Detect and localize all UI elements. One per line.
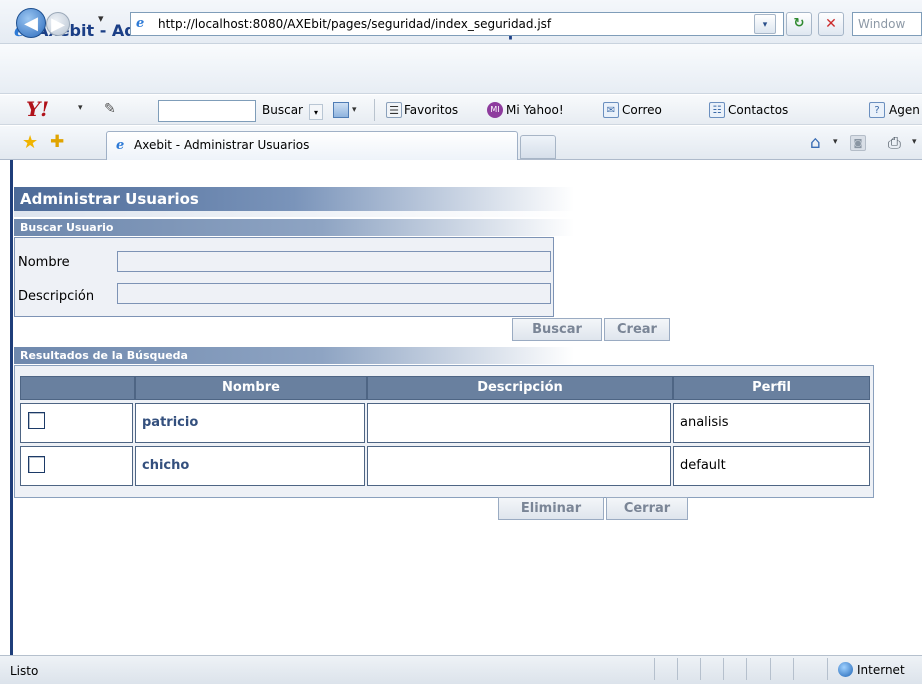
history-dropdown-icon[interactable]: ▾ bbox=[98, 12, 104, 25]
status-separator bbox=[700, 658, 701, 680]
favorites-button[interactable]: Favoritos bbox=[404, 103, 458, 117]
status-separator bbox=[723, 658, 724, 680]
favorites-icon[interactable]: ☰ bbox=[386, 102, 402, 118]
search-section-title: Buscar Usuario bbox=[20, 221, 114, 234]
browser-search-placeholder: Window bbox=[858, 17, 906, 31]
status-separator bbox=[770, 658, 771, 680]
page-icon: e bbox=[136, 16, 145, 31]
nombre-field[interactable] bbox=[117, 251, 551, 272]
contacts-icon[interactable]: ☷ bbox=[709, 102, 725, 118]
status-separator bbox=[793, 658, 794, 680]
print-icon[interactable]: ⎙ bbox=[888, 133, 901, 153]
toolbar-separator bbox=[374, 99, 375, 121]
page-title: Administrar Usuarios bbox=[20, 190, 199, 208]
eliminar-button[interactable]: Eliminar bbox=[498, 497, 604, 520]
stop-icon[interactable]: ✕ bbox=[818, 12, 844, 36]
yahoo-search-dropdown-icon[interactable]: ▾ bbox=[309, 104, 323, 120]
my-yahoo-icon[interactable]: MI bbox=[487, 102, 503, 118]
nombre-label: Nombre bbox=[18, 255, 70, 270]
layout-icon[interactable] bbox=[333, 102, 349, 118]
feeds-icon[interactable]: ◙ bbox=[850, 135, 866, 151]
title-underline bbox=[14, 211, 574, 217]
address-toolbar bbox=[0, 44, 922, 94]
row-checkbox[interactable] bbox=[28, 412, 45, 429]
tab-page-icon: e bbox=[116, 138, 125, 153]
status-bar bbox=[0, 655, 922, 684]
my-yahoo-button[interactable]: Mi Yahoo! bbox=[506, 103, 564, 117]
contacts-button[interactable]: Contactos bbox=[728, 103, 788, 117]
layout-dropdown-icon[interactable]: ▾ bbox=[352, 105, 357, 115]
table-row-descripcion bbox=[367, 403, 671, 443]
favorites-center-star-icon[interactable]: ★ bbox=[22, 132, 38, 153]
agenda-button[interactable]: Agen bbox=[889, 103, 920, 117]
buscar-button[interactable]: Buscar bbox=[512, 318, 602, 341]
search-panel bbox=[14, 237, 554, 317]
tab-label[interactable]: Axebit - Administrar Usuarios bbox=[134, 138, 309, 152]
table-row-perfil: default bbox=[673, 446, 870, 486]
crear-button[interactable]: Crear bbox=[604, 318, 670, 341]
pencil-icon[interactable]: ✎ bbox=[104, 101, 116, 117]
yahoo-search-button[interactable]: Buscar bbox=[262, 103, 303, 117]
yahoo-logo-icon[interactable]: Y! bbox=[26, 97, 49, 121]
column-header-nombre[interactable]: Nombre bbox=[135, 376, 367, 400]
status-text: Listo bbox=[10, 664, 39, 678]
status-separator bbox=[746, 658, 747, 680]
address-dropdown-icon[interactable]: ▾ bbox=[754, 14, 776, 34]
table-row-nombre[interactable]: patricio bbox=[135, 403, 365, 443]
status-separator bbox=[827, 658, 828, 680]
status-separator bbox=[654, 658, 655, 680]
forward-arrow-icon[interactable]: ▶ bbox=[46, 12, 70, 36]
mail-button[interactable]: Correo bbox=[622, 103, 662, 117]
home-icon[interactable]: ⌂ bbox=[810, 133, 821, 153]
descripcion-field[interactable] bbox=[117, 283, 551, 304]
table-row-perfil: analisis bbox=[673, 403, 870, 443]
descripcion-label: Descripción bbox=[18, 289, 95, 304]
table-row-descripcion bbox=[367, 446, 671, 486]
mail-icon[interactable]: ✉ bbox=[603, 102, 619, 118]
refresh-icon[interactable]: ↻ bbox=[786, 12, 812, 36]
row-checkbox[interactable] bbox=[28, 456, 45, 473]
column-header-select bbox=[20, 376, 135, 400]
print-dropdown-icon[interactable]: ▾ bbox=[912, 137, 917, 147]
column-header-descripcion[interactable]: Descripción bbox=[367, 376, 673, 400]
table-row-nombre[interactable]: chicho bbox=[135, 446, 365, 486]
new-tab-button[interactable] bbox=[520, 135, 556, 159]
yahoo-search-input[interactable] bbox=[158, 100, 256, 122]
yahoo-menu-dropdown-icon[interactable]: ▾ bbox=[78, 103, 83, 113]
back-arrow-icon[interactable]: ◀ bbox=[16, 8, 46, 38]
home-dropdown-icon[interactable]: ▾ bbox=[833, 137, 838, 147]
internet-zone-globe-icon bbox=[838, 662, 853, 677]
add-favorite-icon[interactable]: ✚ bbox=[50, 132, 64, 152]
status-separator bbox=[677, 658, 678, 680]
address-url[interactable]: http://localhost:8080/AXEbit/pages/segur… bbox=[158, 17, 551, 31]
cerrar-button[interactable]: Cerrar bbox=[606, 497, 688, 520]
results-section-title: Resultados de la Búsqueda bbox=[20, 349, 188, 362]
column-header-perfil[interactable]: Perfil bbox=[673, 376, 870, 400]
security-zone-text[interactable]: Internet bbox=[857, 663, 905, 677]
agenda-icon[interactable]: ? bbox=[869, 102, 885, 118]
